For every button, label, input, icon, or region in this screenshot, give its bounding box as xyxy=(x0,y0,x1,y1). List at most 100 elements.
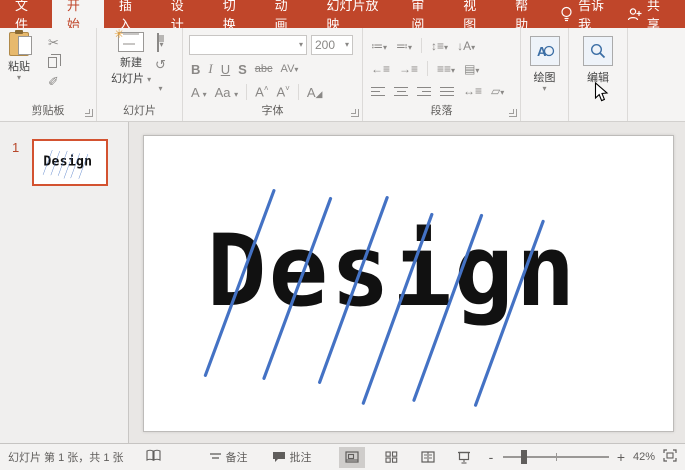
shrink-font-button[interactable]: A˅ xyxy=(277,84,290,99)
tab-help[interactable]: 帮助 xyxy=(500,0,552,32)
zoom-in-button[interactable]: + xyxy=(615,449,627,465)
ribbon-spacer xyxy=(628,28,685,121)
design-text: Design xyxy=(207,214,578,329)
distribute-icon[interactable]: ↔≡ xyxy=(463,84,482,98)
zoom-out-button[interactable]: - xyxy=(485,449,497,465)
slide-canvas-area: Design xyxy=(130,122,685,443)
tab-animations[interactable]: 动画 xyxy=(260,0,312,32)
lightbulb-icon xyxy=(560,6,573,22)
ribbon-tab-bar: 文件 开始 插入 设计 切换 动画 幻灯片放映 审阅 视图 帮助 告诉我 共享 xyxy=(0,0,685,32)
tab-design[interactable]: 设计 xyxy=(156,0,208,32)
paragraph-row1: ≔▾ ≕▾ ↕≡▾ ↓A▾ xyxy=(371,38,475,53)
align-text-icon[interactable]: ▤▾ xyxy=(464,62,479,76)
font-name-combobox[interactable]: ▾ xyxy=(189,35,307,55)
italic-button[interactable]: I xyxy=(208,61,212,77)
font-name-dropdown-arrow[interactable]: ▾ xyxy=(299,41,303,49)
new-slide-label-line2: 幻灯片 ▾ xyxy=(111,73,152,85)
font-format-row: B I U S abc AV▾ xyxy=(191,61,298,77)
font-dialog-launcher[interactable] xyxy=(351,109,359,117)
tab-home[interactable]: 开始 xyxy=(51,0,104,32)
drawing-dropdown-arrow: ▾ xyxy=(542,84,547,93)
character-spacing-button[interactable]: AV▾ xyxy=(281,63,299,75)
slideshow-view-button[interactable] xyxy=(451,447,477,468)
paste-button[interactable]: 粘贴 ▾ xyxy=(8,30,32,82)
zoom-slider-thumb[interactable] xyxy=(520,450,527,464)
reading-view-button[interactable] xyxy=(415,447,441,468)
slide-editing-surface[interactable]: Design xyxy=(143,135,674,432)
clipboard-group-label: 剪贴板 xyxy=(31,105,65,117)
paste-dropdown-arrow[interactable]: ▾ xyxy=(17,74,21,82)
align-left-icon[interactable] xyxy=(371,84,385,99)
clipboard-group: 粘贴 ▾ ✂ ✐ 剪贴板 xyxy=(0,28,97,121)
columns-icon[interactable]: ≡≡▾ xyxy=(437,62,455,76)
svg-text:A: A xyxy=(537,44,547,59)
layout-button[interactable]: ▾ xyxy=(157,33,163,52)
line-spacing-icon[interactable]: ↕≡▾ xyxy=(431,39,448,53)
paste-label: 粘贴 xyxy=(8,61,30,73)
mouse-cursor xyxy=(594,81,609,108)
section-button[interactable]: ▾ xyxy=(158,78,162,96)
underline-button[interactable]: U xyxy=(221,62,230,77)
bold-button[interactable]: B xyxy=(191,62,200,77)
change-case-button[interactable]: Aa ▾ xyxy=(215,85,239,100)
font-size-combobox[interactable]: 200 ▾ xyxy=(311,35,353,55)
content-area: 1 Design Design xyxy=(0,122,685,443)
text-shadow-button[interactable]: S xyxy=(238,62,247,77)
cut-icon[interactable]: ✂ xyxy=(48,36,59,50)
font-size-dropdown-arrow[interactable]: ▾ xyxy=(345,41,349,49)
comments-icon xyxy=(272,452,285,462)
tab-transitions[interactable]: 切换 xyxy=(208,0,260,32)
new-slide-icon: ✳ xyxy=(114,27,145,52)
increase-indent-icon[interactable]: →≡ xyxy=(399,62,418,76)
new-slide-label-line1: 新建 xyxy=(120,57,143,69)
strikethrough-button[interactable]: abc xyxy=(255,63,273,75)
grow-font-button[interactable]: A˄ xyxy=(255,84,268,99)
comments-button[interactable]: 批注 xyxy=(272,449,312,465)
reset-slide-icon[interactable]: ↺ xyxy=(155,58,166,72)
slide-sorter-view-button[interactable] xyxy=(379,447,405,468)
text-direction-icon[interactable]: ↓A▾ xyxy=(457,39,475,53)
share-person-icon xyxy=(627,7,642,21)
align-right-icon[interactable] xyxy=(417,84,431,99)
bullets-icon[interactable]: ≔▾ xyxy=(371,39,387,53)
comments-label: 批注 xyxy=(289,452,312,464)
smartart-convert-icon[interactable]: ▱▾ xyxy=(491,84,504,98)
slide-content: Design xyxy=(203,189,578,407)
zoom-slider[interactable] xyxy=(502,450,609,464)
notes-label: 备注 xyxy=(225,452,248,464)
format-painter-icon[interactable]: ✐ xyxy=(48,75,59,89)
thumbnail-preview: Design xyxy=(42,150,92,179)
tab-slideshow[interactable]: 幻灯片放映 xyxy=(312,0,397,32)
decrease-indent-icon[interactable]: ←≡ xyxy=(371,62,390,76)
zoom-level-value[interactable]: 42% xyxy=(633,451,655,463)
normal-view-button[interactable] xyxy=(338,446,365,468)
tab-review[interactable]: 审阅 xyxy=(396,0,448,32)
drawing-group-button[interactable]: A 绘图 ▾ xyxy=(521,28,569,121)
drawing-label: 绘图 xyxy=(533,72,556,84)
paragraph-dialog-launcher[interactable] xyxy=(509,109,517,117)
copy-icon[interactable] xyxy=(48,54,61,68)
numbering-icon[interactable]: ≕▾ xyxy=(396,39,412,53)
tab-view[interactable]: 视图 xyxy=(448,0,500,32)
new-slide-button[interactable]: ✳ 新建 幻灯片 ▾ xyxy=(111,27,152,86)
clear-formatting-button[interactable]: A◢ xyxy=(307,85,323,100)
font-group-label: 字体 xyxy=(261,105,284,117)
tab-file[interactable]: 文件 xyxy=(0,0,52,32)
align-center-icon[interactable] xyxy=(394,84,408,99)
paste-icon xyxy=(9,30,32,56)
slide-thumbnail[interactable]: Design xyxy=(32,139,108,186)
slides-mini-buttons: ▾ ↺ ▾ xyxy=(155,33,166,96)
fit-to-window-button[interactable] xyxy=(663,449,677,465)
clipboard-dialog-launcher[interactable] xyxy=(85,109,93,117)
spell-check-icon[interactable] xyxy=(145,449,161,465)
slide-counter: 幻灯片 第 1 张，共 1 张 xyxy=(8,452,124,464)
font-color-button[interactable]: A ▾ xyxy=(191,85,207,100)
tab-insert[interactable]: 插入 xyxy=(104,0,156,32)
slides-group: ✳ 新建 幻灯片 ▾ ▾ ↺ ▾ 幻灯片 xyxy=(97,27,183,121)
paragraph-row3: ↔≡ ▱▾ xyxy=(371,84,504,99)
notes-icon xyxy=(209,452,221,459)
slides-group-label: 幻灯片 xyxy=(123,105,156,117)
tabbar-right: 告诉我 共享 xyxy=(552,0,685,32)
notes-button[interactable]: 备注 xyxy=(209,449,248,465)
justify-icon[interactable] xyxy=(440,84,454,99)
